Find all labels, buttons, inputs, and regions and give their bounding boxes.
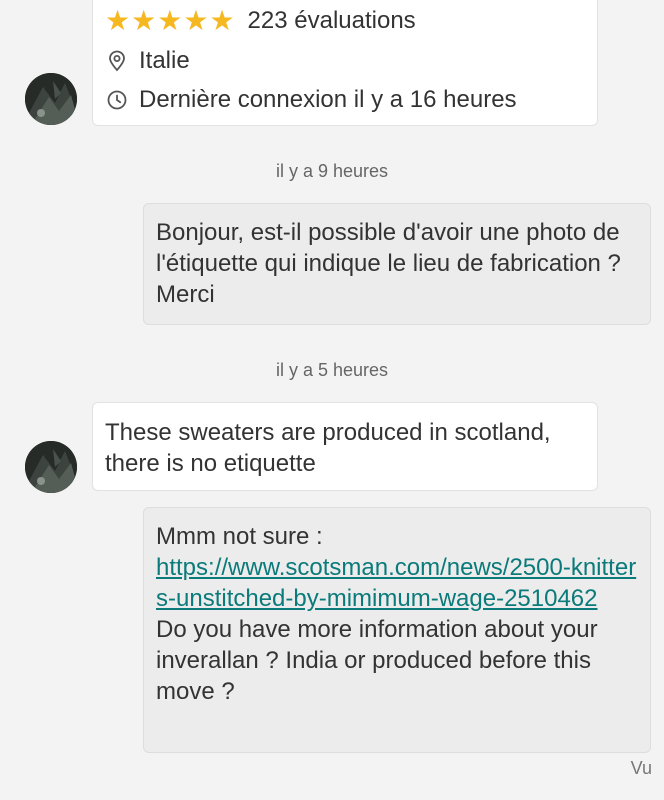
outgoing-message: Bonjour, est-il possible d'avoir une pho…: [143, 203, 651, 325]
star-icon: ★: [183, 5, 209, 36]
last-seen-text: Dernière connexion il y a 16 heures: [139, 86, 517, 113]
location-text: Italie: [139, 47, 190, 74]
message-text: Mmm not sure :: [156, 523, 323, 550]
seller-avatar[interactable]: [25, 73, 77, 125]
clock-icon: [105, 88, 129, 112]
message-text: Bonjour, est-il possible d'avoir une pho…: [156, 219, 621, 308]
location-row: Italie: [105, 47, 190, 75]
incoming-message: These sweaters are produced in scotland,…: [92, 402, 598, 491]
star-icon: ★: [105, 5, 131, 36]
conversation-view: ★ ★ ★ ★ ★ 223 évaluations Italie Dernièr…: [0, 0, 664, 800]
message-text: These sweaters are produced in scotland,…: [105, 419, 551, 477]
location-pin-icon: [105, 49, 129, 73]
message-timestamp: il y a 9 heures: [275, 161, 389, 181]
last-seen-row: Dernière connexion il y a 16 heures: [105, 86, 517, 114]
message-text: Do you have more information about your …: [156, 616, 598, 705]
rating-row: ★ ★ ★ ★ ★ 223 évaluations: [105, 7, 416, 35]
message-timestamp: il y a 5 heures: [275, 360, 389, 380]
star-icon: ★: [157, 5, 183, 36]
star-icon: ★: [131, 5, 157, 36]
outgoing-message: Mmm not sure : https://www.scotsman.com/…: [143, 507, 651, 753]
star-icon: ★: [209, 5, 235, 36]
seller-info-card: ★ ★ ★ ★ ★ 223 évaluations Italie Dernièr…: [92, 0, 598, 126]
read-receipt: Vu: [630, 758, 652, 778]
seller-avatar[interactable]: [25, 441, 77, 493]
message-link[interactable]: https://www.scotsman.com/news/2500-knitt…: [156, 552, 638, 614]
rating-stars: ★ ★ ★ ★ ★: [105, 7, 236, 35]
rating-count: 223 évaluations: [247, 7, 416, 34]
